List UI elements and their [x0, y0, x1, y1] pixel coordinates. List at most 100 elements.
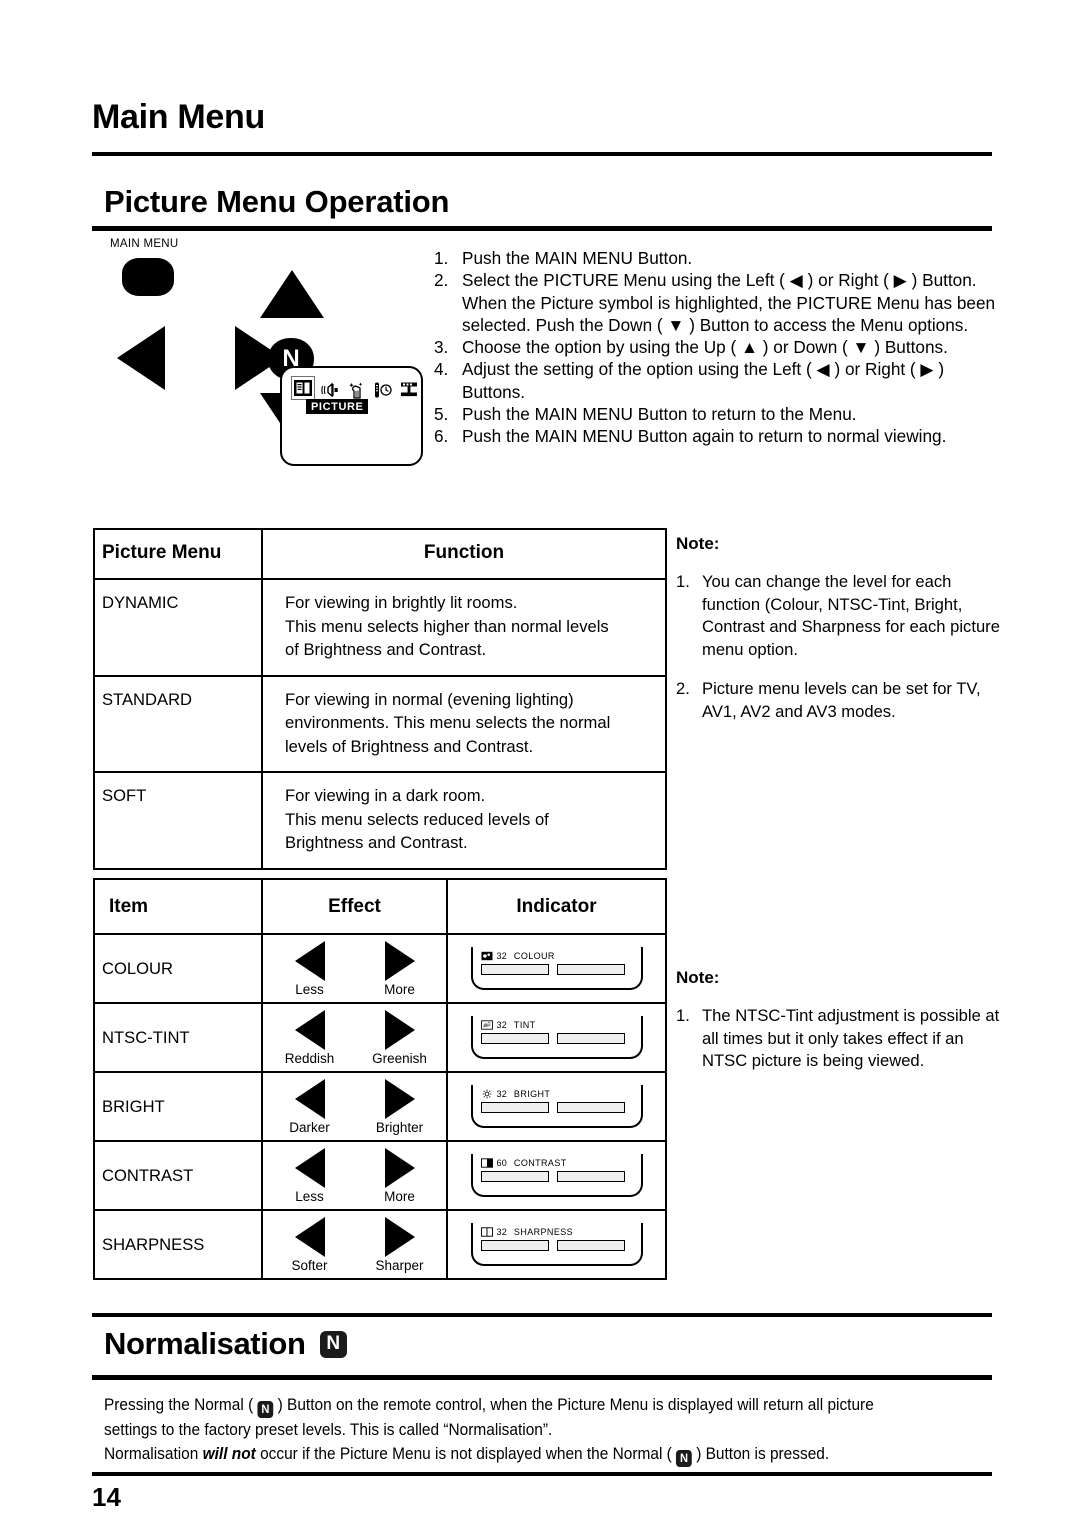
menu-name-cell: DYNAMIC [93, 578, 263, 677]
note-number: 1. [676, 1006, 690, 1025]
indicator-label: TINT [513, 1020, 536, 1030]
indicator-label: SHARPNESS [513, 1227, 574, 1237]
step-text: Push the MAIN MENU Button again to retur… [462, 426, 947, 447]
step-number: 1. [434, 248, 449, 268]
effect-left-label: Darker [289, 1120, 330, 1135]
normalisation-title: Normalisation N [104, 1326, 347, 1362]
effect-left-label: Less [295, 1189, 324, 1204]
page-title: Main Menu [92, 98, 265, 136]
osd-indicator: 32 BRIGHT [470, 1085, 643, 1128]
contrast-icon [480, 1158, 493, 1168]
table-row: BRIGHT Darker Brighter 32 BRIGHT [93, 1071, 667, 1142]
norm-line2-b: occur if the Picture Menu is not display… [255, 1444, 677, 1464]
main-menu-label: MAIN MENU [110, 238, 179, 250]
note-text: You can change the level for each functi… [702, 572, 1000, 659]
audio-icon [321, 380, 341, 400]
table-row: DYNAMIC For viewing in brightly lit rooms… [93, 578, 667, 677]
note-number: 1. [676, 572, 690, 591]
col-item: Item [93, 878, 263, 935]
note-number: 2. [676, 679, 690, 699]
item-effect-table: Item Effect Indicator COLOUR Less More 32 CO… [93, 878, 667, 1280]
table-row: NTSC-TINT Reddish Greenish 32 TINT [93, 1002, 667, 1073]
remote-control-diagram: MAIN MENU N PICTURE [92, 238, 437, 488]
norm-line2-c: ) Button is pressed. [691, 1444, 830, 1464]
step-text: Adjust the setting of the option using t… [462, 359, 945, 402]
osd-menu-icon-row [291, 376, 419, 400]
table-row: CONTRAST Less More 60 CONTRAST [93, 1140, 667, 1211]
divider-4 [92, 1375, 992, 1380]
tv-screen-osd: PICTURE [280, 366, 423, 466]
table-row: SOFT For viewing in a dark room. This men… [93, 771, 667, 870]
left-arrow-icon [294, 1217, 325, 1257]
norm-emphasis: will not [202, 1444, 256, 1464]
table-row: COLOUR Less More 32 COLOUR [93, 933, 667, 1004]
effect-right-label: More [384, 1189, 415, 1204]
right-arrow-icon [384, 1217, 415, 1257]
divider-3 [92, 1313, 992, 1317]
page-number: 14 [92, 1482, 121, 1512]
effect-right-label: Brighter [375, 1120, 424, 1135]
left-arrow-icon [294, 1010, 325, 1050]
col-indicator: Indicator [446, 878, 667, 935]
features-icon [347, 380, 367, 400]
step-text: Select the PICTURE Menu using the Left (… [462, 270, 996, 335]
left-arrow-icon [294, 1079, 325, 1119]
section-title: Picture Menu Operation [104, 184, 450, 219]
up-arrow-icon [260, 270, 324, 318]
indicator-bar-left [480, 964, 549, 975]
indicator-label: CONTRAST [513, 1158, 567, 1168]
effect-right-label: Sharper [375, 1258, 424, 1273]
indicator-label: BRIGHT [513, 1089, 551, 1099]
normal-button-icon: N [257, 1400, 274, 1418]
indicator-bar-right [556, 1033, 625, 1044]
tint-icon [480, 1020, 493, 1030]
normalisation-body: Pressing the Normal ( N ) Button on the … [104, 1393, 930, 1467]
document-page: Main Menu Picture Menu Operation MAIN ME… [0, 0, 1080, 1528]
item-name-cell: COLOUR [93, 933, 263, 1004]
osd-indicator: 60 CONTRAST [470, 1154, 643, 1197]
divider-1 [92, 152, 992, 156]
operation-step: 2. Select the PICTURE Menu using the Left… [434, 269, 996, 336]
note-item: 1. You can change the level for each func… [676, 571, 1006, 661]
step-text: Push the MAIN MENU Button to return to t… [462, 404, 857, 425]
divider-2 [92, 226, 992, 231]
table-row: STANDARD For viewing in normal (evening l… [93, 674, 667, 773]
timer-icon [373, 380, 393, 400]
setup-icon [399, 380, 419, 400]
menu-function-cell: For viewing in a dark room. This menu se… [261, 771, 667, 870]
divider-5 [92, 1472, 992, 1476]
indicator-bar-right [556, 964, 625, 975]
picture-menu-table: Picture Menu Function DYNAMIC For viewing… [93, 528, 667, 870]
indicator-cell: 60 CONTRAST [446, 1140, 667, 1211]
note-items-1: 1. You can change the level for each func… [676, 571, 1006, 724]
note-title: Note: [676, 968, 720, 987]
right-arrow-icon [384, 1010, 415, 1050]
note-text: Picture menu levels can be set for TV, A… [702, 679, 981, 721]
item-name-cell: SHARPNESS [93, 1209, 263, 1280]
picture-menu-table-body: DYNAMIC For viewing in brightly lit rooms… [93, 578, 667, 870]
col-picture-menu: Picture Menu [93, 528, 263, 580]
item-name-cell: CONTRAST [93, 1140, 263, 1211]
indicator-value: 32 [496, 1089, 507, 1099]
effect-cell: Reddish Greenish [261, 1002, 448, 1073]
step-text: Choose the option by using the Up ( ▲ ) … [462, 337, 948, 358]
step-number: 2. [434, 270, 449, 291]
col-effect: Effect [261, 878, 448, 935]
effect-right-label: More [384, 982, 415, 997]
table-header-row: Picture Menu Function [93, 528, 667, 580]
operation-step: 5. Push the MAIN MENU Button to return to… [434, 403, 996, 425]
norm-line2-a: Normalisation [104, 1444, 203, 1464]
item-name-cell: BRIGHT [93, 1071, 263, 1142]
operation-steps-list: 1. Push the MAIN MENU Button. 2. Select the… [434, 247, 996, 448]
step-number: 3. [434, 337, 449, 358]
normal-button-icon: N [319, 1330, 347, 1358]
table-row: SHARPNESS Softer Sharper 32 SHARPNESS [93, 1209, 667, 1280]
picture-icon [291, 376, 315, 400]
norm-line1-a: Pressing the Normal ( [104, 1395, 258, 1414]
menu-name-cell: SOFT [93, 771, 263, 870]
osd-selected-menu-label: PICTURE [306, 399, 369, 414]
operation-step: 1. Push the MAIN MENU Button. [434, 247, 996, 269]
note-item: 2. Picture menu levels can be set for TV,… [676, 678, 1006, 723]
colour-icon [481, 951, 493, 961]
osd-indicator: 32 TINT [470, 1016, 643, 1059]
